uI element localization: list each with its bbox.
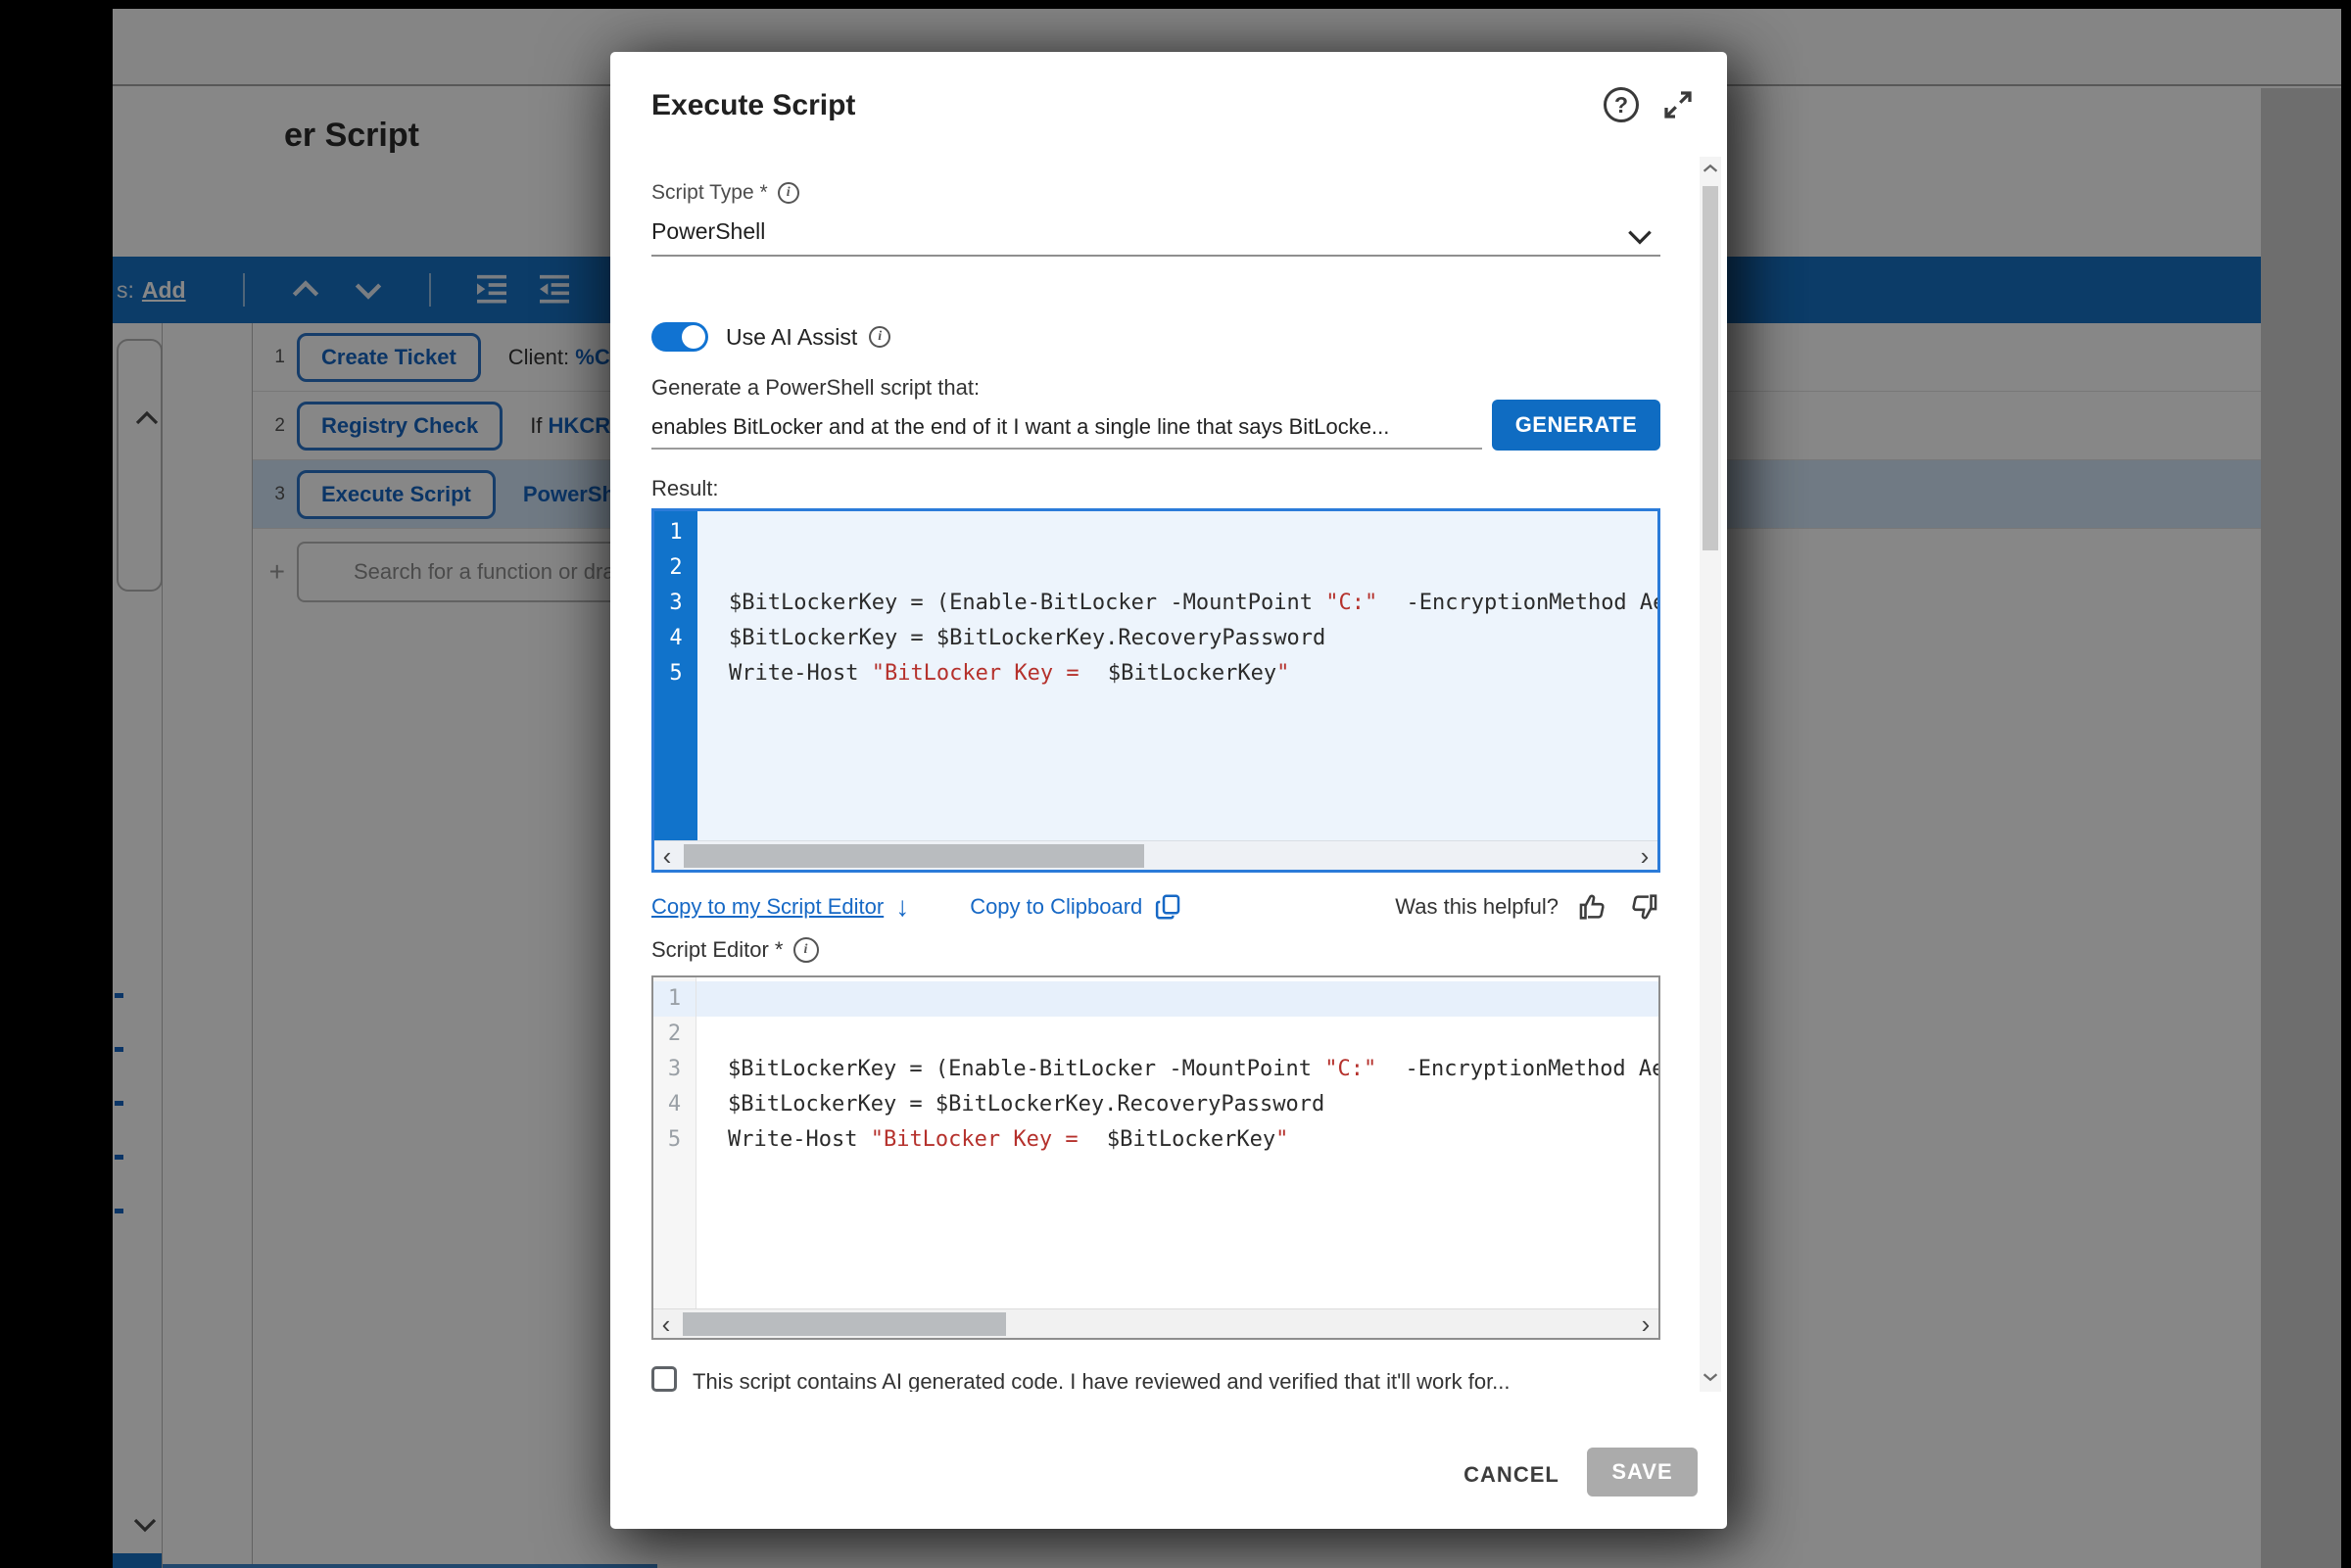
thumb-down-icon[interactable]: [1627, 890, 1660, 924]
thumb-up-icon[interactable]: [1576, 890, 1609, 924]
scrollbar-thumb[interactable]: [1703, 186, 1718, 550]
scroll-left-arrow[interactable]: ‹: [654, 842, 680, 870]
copy-to-clipboard-link[interactable]: Copy to Clipboard: [970, 894, 1142, 920]
generate-label: Generate a PowerShell script that:: [651, 375, 980, 401]
info-icon[interactable]: i: [869, 326, 890, 348]
script-type-select[interactable]: PowerShell: [651, 218, 765, 245]
ai-prompt-input[interactable]: [651, 406, 1482, 450]
result-code-editor[interactable]: 12345 $BitLockerKey = (Enable-BitLocker …: [651, 508, 1660, 873]
select-underline: [651, 255, 1660, 257]
download-arrow-icon: ↓: [895, 891, 909, 923]
ai-disclaimer-row: This script contains AI generated code. …: [651, 1366, 1690, 1392]
scrollbar-thumb[interactable]: [684, 844, 1144, 868]
info-icon[interactable]: i: [793, 937, 819, 963]
ai-disclaimer-text: This script contains AI generated code. …: [693, 1366, 1511, 1392]
script-editor[interactable]: 12345 $BitLockerKey = (Enable-BitLocker …: [651, 975, 1660, 1340]
scroll-down-arrow[interactable]: [1700, 1368, 1721, 1386]
scroll-right-arrow[interactable]: ›: [1632, 842, 1657, 870]
horizontal-scrollbar[interactable]: ‹ ›: [654, 840, 1657, 870]
chevron-down-icon[interactable]: [1624, 224, 1655, 250]
ai-assist-label: Use AI Assist: [726, 324, 857, 351]
code-content[interactable]: $BitLockerKey = (Enable-BitLocker -Mount…: [696, 977, 1658, 1308]
code-content[interactable]: $BitLockerKey = (Enable-BitLocker -Mount…: [697, 511, 1657, 840]
result-actions-row: Copy to my Script Editor ↓ Copy to Clipb…: [651, 886, 1660, 927]
helpful-question: Was this helpful?: [1395, 894, 1559, 920]
copy-icon[interactable]: [1154, 892, 1183, 922]
ai-assist-row: Use AI Assist i: [651, 322, 890, 352]
dialog-title: Execute Script: [651, 89, 855, 122]
horizontal-scrollbar[interactable]: ‹ ›: [653, 1308, 1658, 1338]
line-number-gutter: 12345: [654, 511, 697, 840]
ai-disclaimer-checkbox[interactable]: [651, 1366, 677, 1392]
script-type-label: Script Type * i: [651, 181, 799, 205]
help-icon[interactable]: ?: [1604, 87, 1639, 122]
scrollbar-thumb[interactable]: [683, 1312, 1006, 1336]
scroll-up-arrow[interactable]: [1700, 160, 1721, 177]
ai-assist-toggle[interactable]: [651, 322, 708, 352]
info-icon[interactable]: i: [778, 182, 799, 204]
copy-to-script-editor-link[interactable]: Copy to my Script Editor: [651, 894, 884, 920]
scroll-left-arrow[interactable]: ‹: [653, 1310, 679, 1338]
script-editor-label: Script Editor * i: [651, 937, 819, 963]
cancel-button[interactable]: CANCEL: [1453, 1450, 1570, 1499]
result-label: Result:: [651, 476, 718, 501]
expand-icon[interactable]: [1660, 87, 1696, 122]
toggle-knob: [682, 325, 705, 349]
scroll-right-arrow[interactable]: ›: [1633, 1310, 1658, 1338]
save-button[interactable]: SAVE: [1587, 1448, 1698, 1497]
modal-vertical-scrollbar[interactable]: [1700, 157, 1721, 1392]
line-number-gutter: 12345: [653, 977, 696, 1308]
generate-button[interactable]: GENERATE: [1492, 400, 1660, 451]
execute-script-dialog: Execute Script ? Script Type * i PowerSh…: [610, 52, 1727, 1529]
